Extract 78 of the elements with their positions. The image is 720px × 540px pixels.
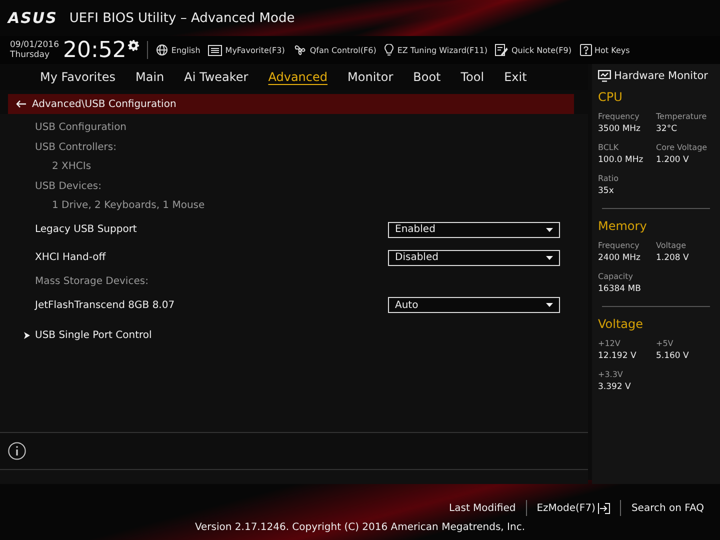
reading-value: 12.192 V — [598, 351, 638, 361]
date: 09/01/2016 — [10, 40, 59, 50]
note-icon — [495, 44, 508, 56]
reading-value: 5.160 V — [656, 351, 690, 361]
section-title: CPU — [598, 90, 624, 104]
panel-title: Hardware Monitor — [614, 70, 708, 82]
caret-icon — [546, 256, 553, 260]
clock-time: 20:52 — [63, 38, 126, 62]
toolbar-button[interactable]: Qfan Control(F6) — [292, 44, 376, 56]
info-text: 2 XHCIs — [52, 161, 92, 172]
footer-link[interactable]: Last Modified — [439, 502, 526, 514]
reading-label: Temperature — [656, 112, 708, 121]
menu-tab[interactable]: Tool — [450, 68, 494, 86]
section-label: USB Controllers: — [35, 142, 116, 153]
dropdown[interactable]: Disabled — [388, 250, 560, 266]
reading-value: 16384 MB — [598, 284, 642, 294]
menu-tab[interactable]: Exit — [494, 68, 537, 86]
section-label: USB Devices: — [35, 180, 102, 192]
submenu-link[interactable]: USB Single Port Control — [35, 330, 152, 340]
reading-label: +5V — [656, 339, 674, 348]
reading-label: +12V — [598, 339, 622, 348]
reading-value: 1.200 V — [656, 155, 690, 165]
reading-label: Frequency — [598, 112, 640, 121]
section-title: Memory — [598, 219, 648, 233]
version-text: Version 2.17.1246. Copyright (C) 2016 American Megatrends, Inc. — [194, 522, 526, 533]
reading-label: Capacity — [598, 272, 634, 281]
toolbar-button[interactable]: Quick Note(F9) — [495, 44, 572, 56]
menu-tab[interactable]: My Favorites — [30, 68, 126, 86]
fan-icon — [292, 44, 307, 56]
back-arrow-icon[interactable] — [16, 100, 26, 108]
reading-value: 3500 MHz — [598, 124, 642, 134]
help-icon — [580, 44, 592, 56]
breadcrumb: Advanced\USB Configuration — [32, 98, 176, 110]
monitor-icon — [598, 70, 611, 82]
reading-value: 1.208 V — [656, 253, 690, 263]
reading-label: Frequency — [598, 241, 640, 250]
footer-link[interactable]: EzMode(F7) — [526, 502, 620, 514]
list-icon — [208, 44, 222, 56]
footer-link[interactable]: Search on FAQ — [621, 502, 714, 514]
section-label: USB Configuration — [35, 122, 127, 134]
setting-label: XHCI Hand-off — [35, 252, 106, 263]
menu-tab[interactable]: Boot — [403, 68, 451, 86]
menu-tab[interactable]: Monitor — [338, 68, 404, 86]
menu-tab[interactable]: Main — [125, 68, 174, 86]
reading-value: 3.392 V — [598, 382, 632, 392]
reading-value: 100.0 MHz — [598, 155, 644, 165]
menu-tab[interactable]: Advanced — [258, 68, 338, 86]
caret-icon — [546, 303, 553, 307]
setting-label: Legacy USB Support — [35, 224, 137, 235]
lightbulb-icon — [384, 44, 394, 56]
info-text: 1 Drive, 2 Keyboards, 1 Mouse — [52, 200, 205, 212]
toolbar-button[interactable]: MyFavorite(F3) — [208, 44, 285, 56]
weekday: Thursday — [10, 50, 51, 60]
window-title: UEFI BIOS Utility – Advanced Mode — [69, 10, 295, 26]
logo: ASUS — [8, 9, 58, 27]
setting-label: JetFlashTranscend 8GB 8.07 — [35, 300, 175, 310]
reading-value: 2400 MHz — [598, 253, 642, 263]
section-label: Mass Storage Devices: — [35, 276, 148, 287]
section-title: Voltage — [598, 317, 644, 331]
exit-icon — [598, 502, 610, 514]
toolbar-button[interactable]: Hot Keys — [580, 44, 630, 56]
reading-label: BCLK — [598, 143, 620, 152]
reading-label: +3.3V — [598, 370, 624, 379]
chevron-icon — [24, 332, 30, 338]
reading-label: Core Voltage — [656, 143, 708, 152]
settings-icon[interactable] — [128, 40, 140, 51]
reading-label: Voltage — [656, 241, 688, 250]
caret-icon — [546, 228, 553, 232]
dropdown[interactable]: Enabled — [388, 222, 560, 238]
toolbar-button[interactable]: EZ Tuning Wizard(F11) — [384, 44, 488, 56]
reading-value: 32°C — [656, 124, 678, 134]
toolbar-button[interactable]: English — [156, 44, 200, 56]
reading-label: Ratio — [598, 174, 620, 183]
dropdown[interactable]: Auto — [388, 297, 560, 313]
reading-value: 35x — [598, 186, 615, 196]
info-icon[interactable] — [8, 442, 26, 460]
globe-icon — [156, 44, 168, 56]
menu-tab[interactable]: Ai Tweaker — [174, 68, 258, 86]
